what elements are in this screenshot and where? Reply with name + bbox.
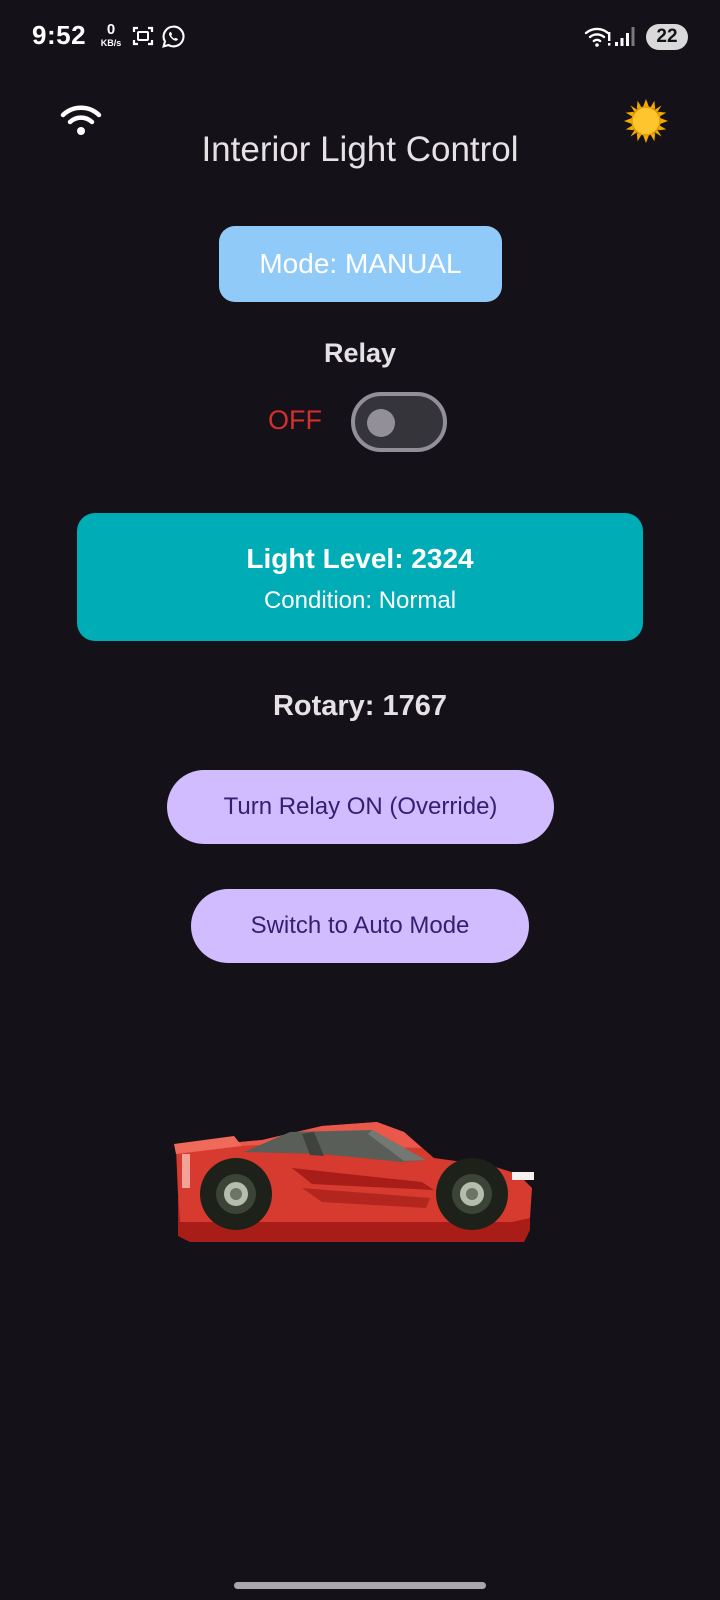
light-level-card: Light Level: 2324 Condition: Normal bbox=[77, 513, 643, 641]
mode-indicator[interactable]: Mode: MANUAL bbox=[219, 226, 502, 302]
auto-mode-button[interactable]: Switch to Auto Mode bbox=[191, 889, 529, 963]
relay-toggle-thumb bbox=[367, 409, 395, 437]
page-title: Interior Light Control bbox=[201, 130, 519, 169]
home-indicator[interactable] bbox=[234, 1582, 486, 1589]
rotary-value: Rotary: 1767 bbox=[272, 690, 448, 722]
signal-icon bbox=[615, 27, 635, 46]
relay-override-button[interactable]: Turn Relay ON (Override) bbox=[167, 770, 554, 844]
light-condition: Condition: Normal bbox=[263, 587, 457, 614]
status-time: 9:52 bbox=[32, 20, 87, 50]
battery-indicator: 22 bbox=[646, 24, 688, 50]
relay-toggle[interactable] bbox=[351, 392, 447, 452]
status-bar: 9:52 0 KB/s 22 bbox=[0, 0, 720, 72]
network-speed-value: 0 bbox=[106, 21, 116, 38]
relay-state: OFF bbox=[268, 405, 322, 435]
relay-label: Relay bbox=[323, 338, 397, 368]
wifi-icon bbox=[584, 27, 611, 47]
network-speed: 0 KB/s bbox=[96, 22, 126, 48]
car-illustration bbox=[174, 1122, 534, 1242]
whatsapp-icon bbox=[162, 25, 185, 48]
light-level-value: Light Level: 2324 bbox=[246, 543, 474, 574]
network-speed-unit: KB/s bbox=[100, 38, 122, 48]
screenshot-icon bbox=[132, 26, 154, 46]
